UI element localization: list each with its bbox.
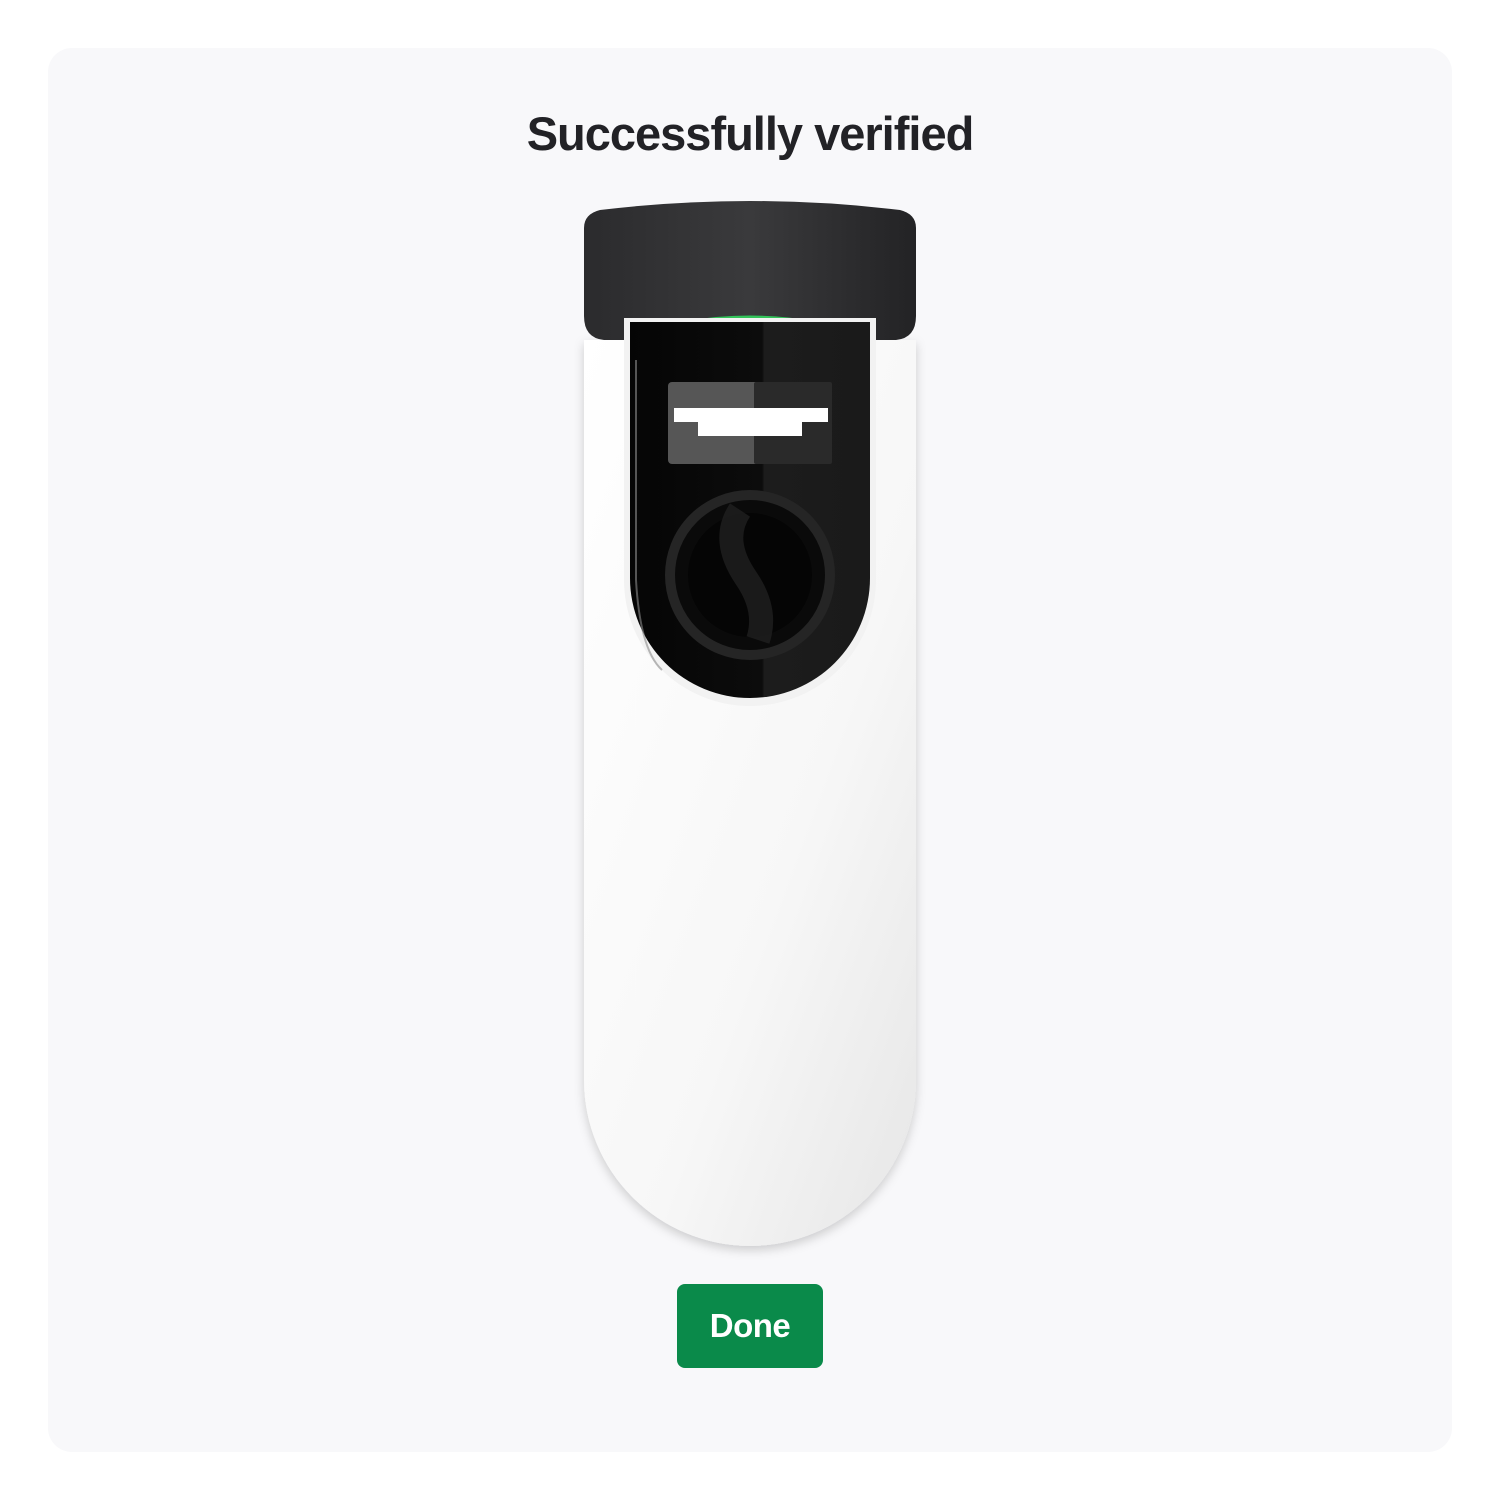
dialog-title: Successfully verified <box>526 107 975 160</box>
done-button[interactable]: Done <box>677 1284 823 1368</box>
charger-illustration <box>570 190 930 1260</box>
